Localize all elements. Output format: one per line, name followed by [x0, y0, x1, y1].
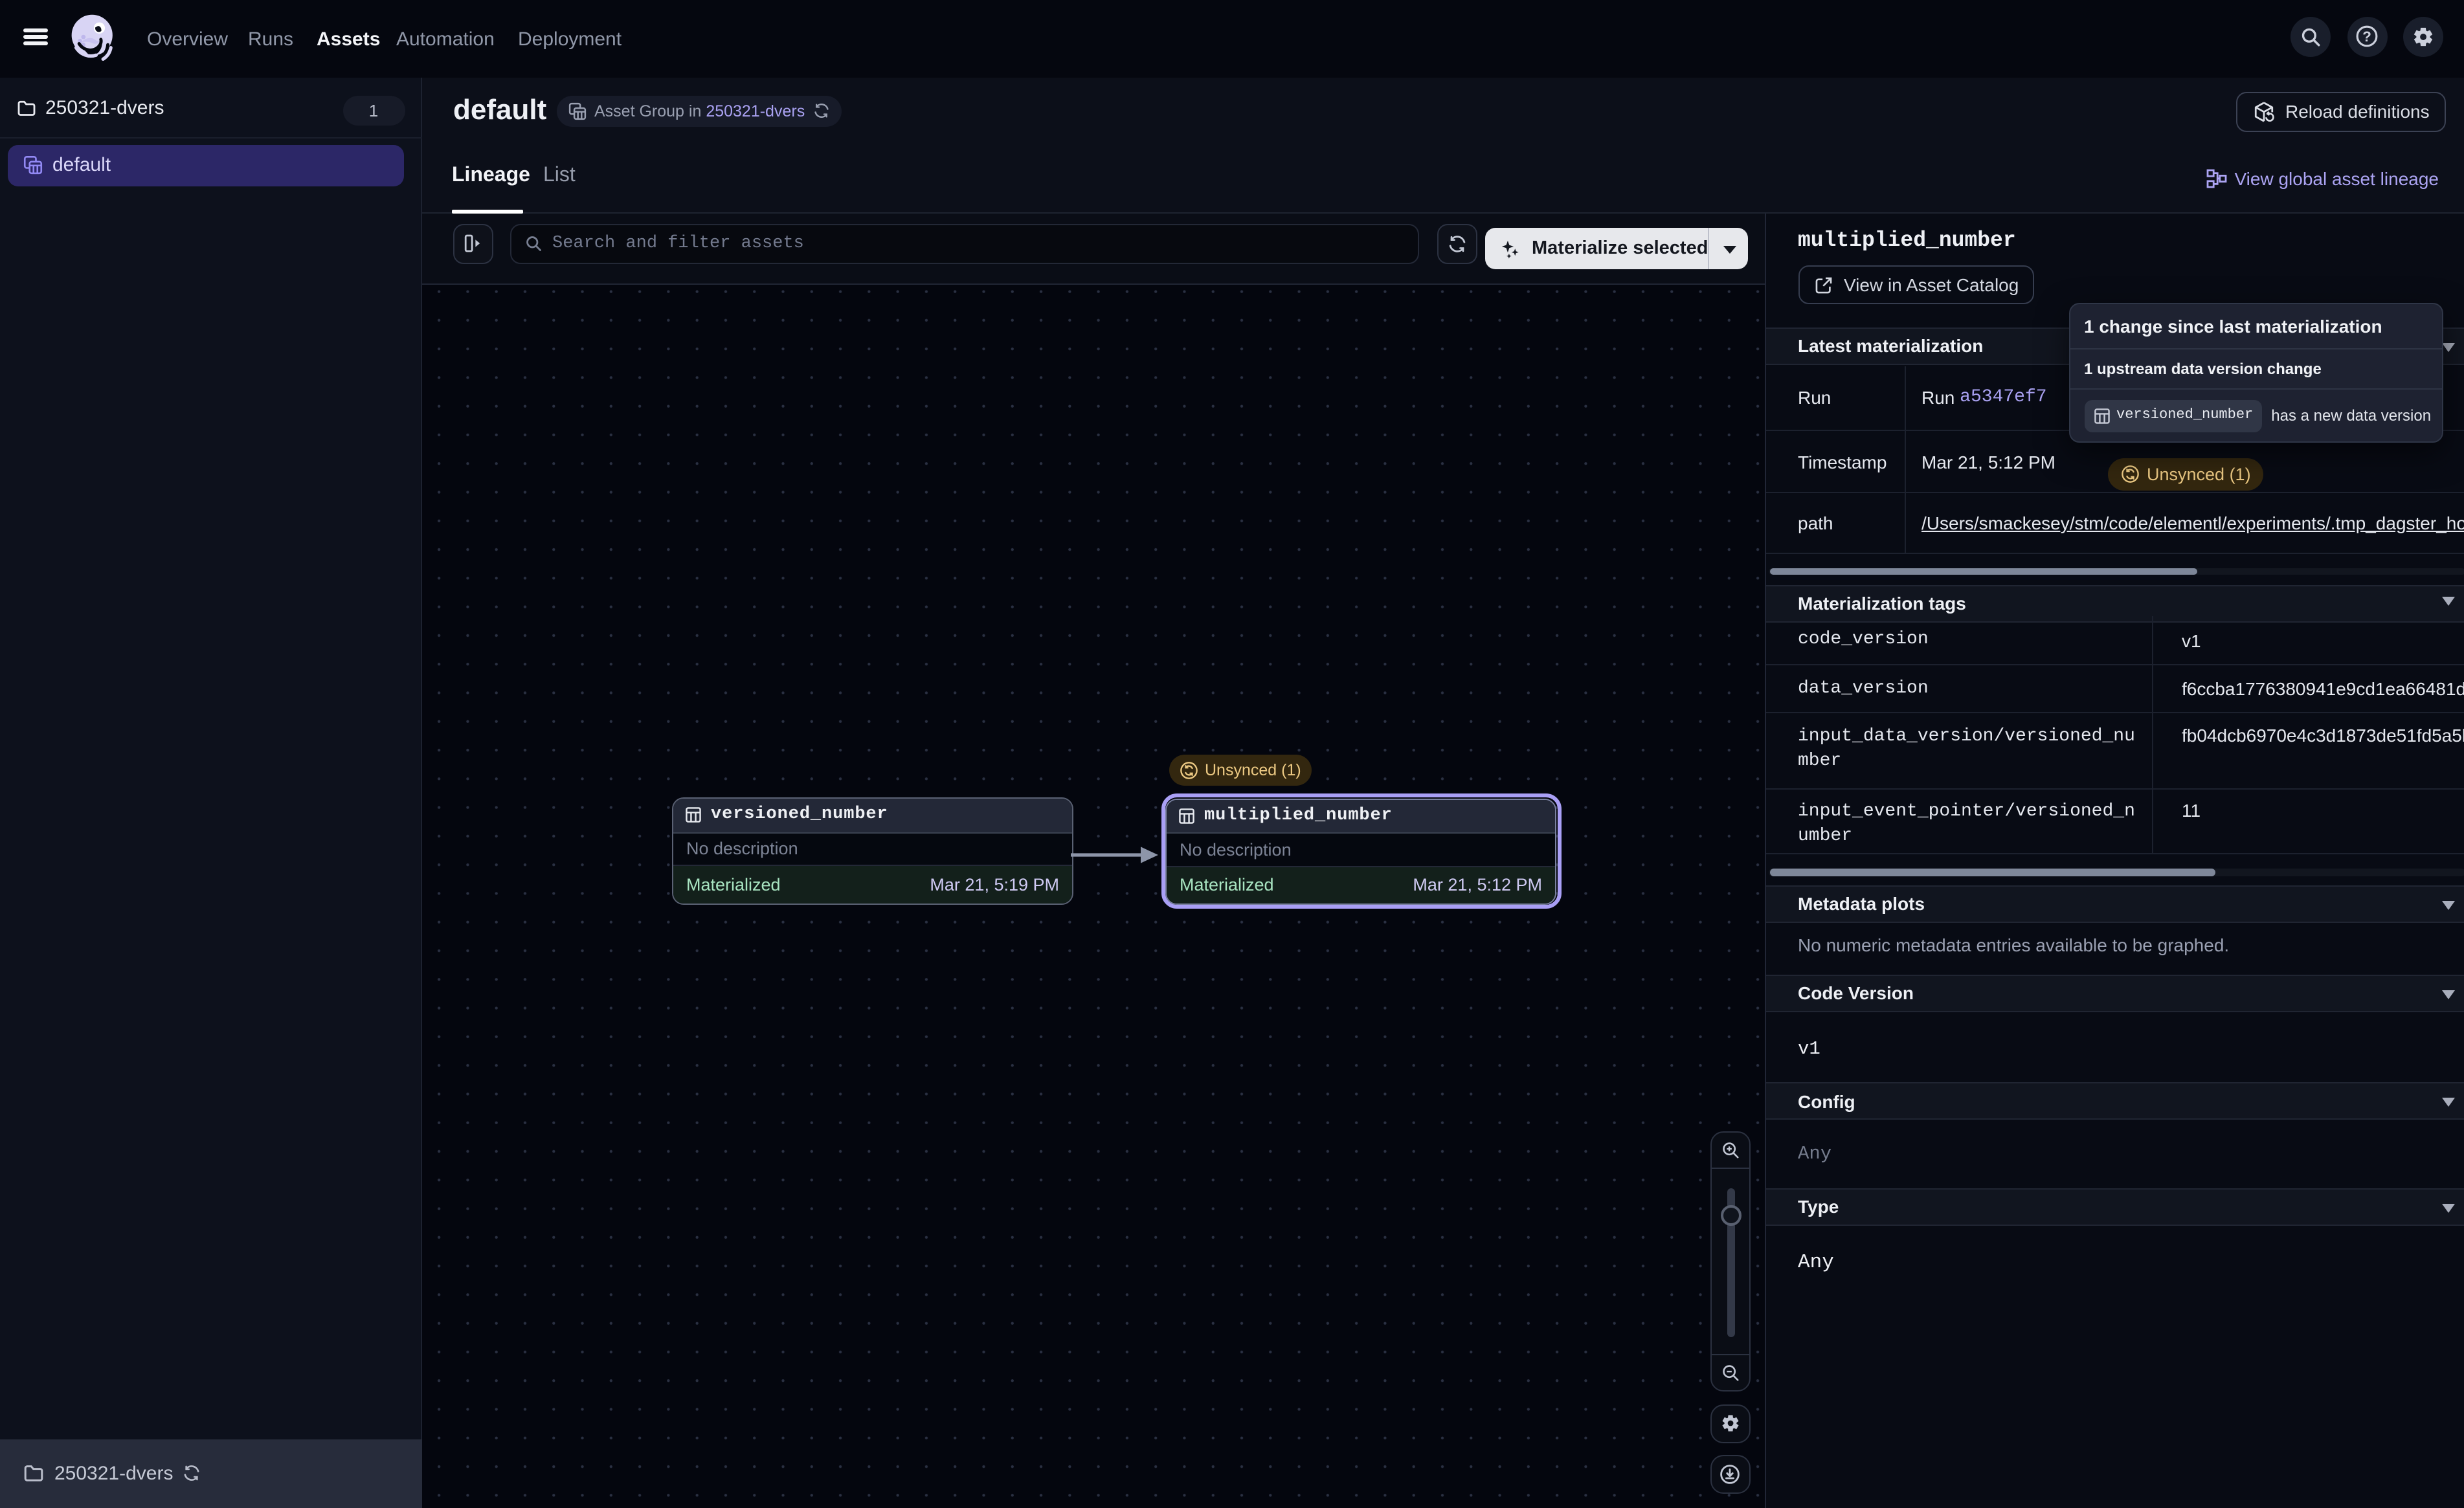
svg-text:?: ? — [2362, 28, 2371, 45]
